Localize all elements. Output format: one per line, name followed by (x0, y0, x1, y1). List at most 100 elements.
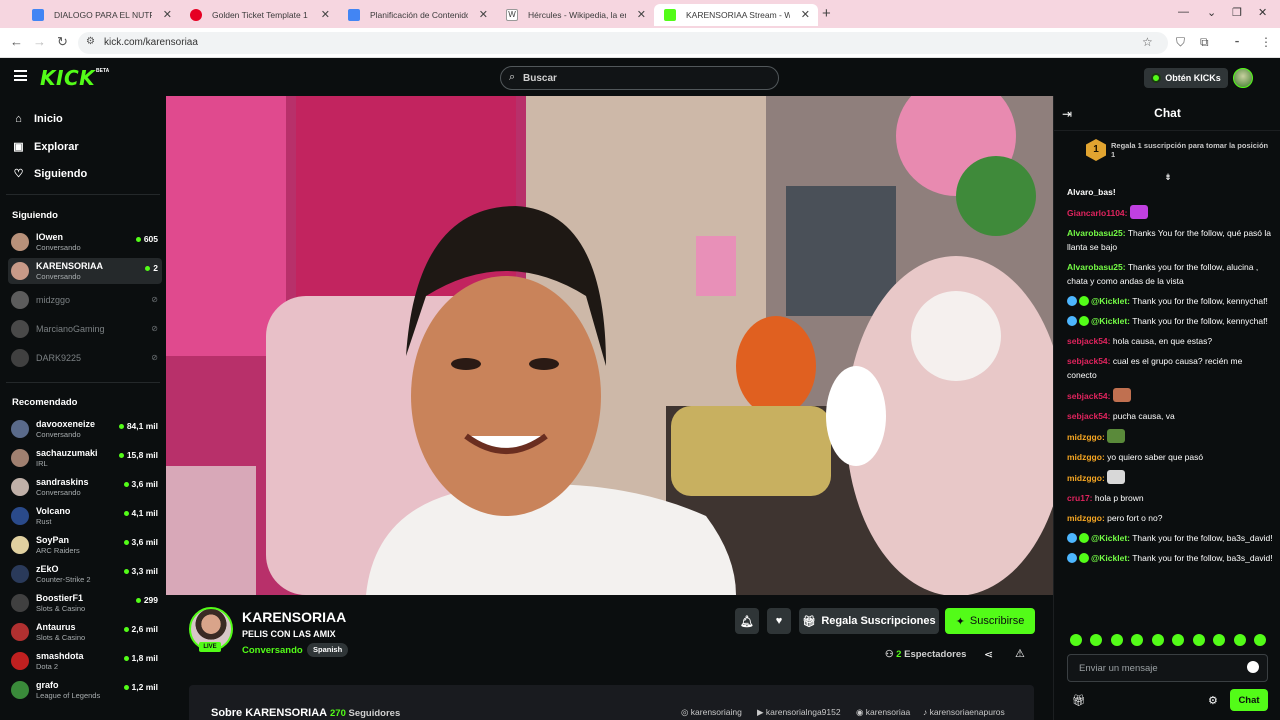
share-icon[interactable]: ⋖ (984, 648, 993, 661)
chat-username[interactable]: sebjack54: (1067, 356, 1110, 366)
emote-icon[interactable] (1110, 634, 1123, 646)
chat-input[interactable] (1079, 661, 1239, 675)
emote-icon[interactable] (1192, 634, 1205, 646)
chat-username[interactable]: Alvarobasu25: (1067, 262, 1126, 272)
recommended-channel[interactable]: davooxeneize Conversando 84,1 mil (8, 416, 162, 442)
language-tag[interactable]: Spanish (307, 643, 349, 657)
emote-icon[interactable] (1253, 634, 1266, 646)
chat-username[interactable]: @Kicklet: (1091, 553, 1130, 563)
chat-scroll-icon[interactable]: ⇟ (1162, 172, 1174, 182)
nav-explore[interactable]: ▣ Explorar (12, 140, 78, 154)
search-box[interactable]: ⌕ (500, 66, 779, 90)
emoji-picker-icon[interactable] (1247, 661, 1259, 673)
chat-input-box[interactable] (1067, 654, 1268, 682)
close-tab-icon[interactable]: ✕ (801, 8, 810, 21)
profile-menu-icon[interactable]: ⁃ (1234, 35, 1240, 49)
close-tab-icon[interactable]: ✕ (163, 8, 172, 21)
following-channel[interactable]: lOwen Conversando 605 (8, 229, 162, 255)
chat-username[interactable]: cru17: (1067, 493, 1093, 503)
live-dot-icon (123, 655, 129, 661)
browser-tab[interactable]: Planificación de Contenido - Di ✕ (338, 4, 496, 26)
nav-following[interactable]: ♡ Siguiendo (12, 167, 88, 181)
nav-home[interactable]: ⌂ Inicio (12, 113, 63, 125)
reload-icon[interactable]: ↻ (57, 34, 68, 50)
gear-icon[interactable]: ⚙ (1208, 694, 1218, 707)
social-link-discord[interactable]: ◉ karensoriaa (856, 707, 910, 718)
following-channel-offline[interactable]: DARK9225 ⊘ (8, 345, 162, 371)
social-link-instagram[interactable]: ◎ karensoriaing (681, 707, 742, 718)
chat-username[interactable]: Giancarlo1104: (1067, 208, 1127, 218)
chat-username[interactable]: sebjack54: (1067, 336, 1110, 346)
browser-tab[interactable]: W Hércules - Wikipedia, la enciclo ✕ (496, 4, 654, 26)
new-tab-icon[interactable]: + (822, 5, 831, 22)
notification-bell-button[interactable]: 🔔︎ (735, 608, 759, 634)
following-channel-offline[interactable]: midzggo ⊘ (8, 287, 162, 313)
stream-category[interactable]: Conversando (242, 645, 303, 656)
recommended-channel[interactable]: SoyPan ARC Raiders 3,6 mil (8, 532, 162, 558)
chat-username[interactable]: @Kicklet: (1091, 316, 1130, 326)
recommended-channel[interactable]: Antaurus Slots & Casino 2,6 mil (8, 619, 162, 645)
video-player[interactable] (166, 96, 1053, 595)
chat-username[interactable]: midzggo: (1067, 452, 1105, 462)
extensions-icon[interactable]: ⧉ (1200, 35, 1209, 50)
chat-username[interactable]: Alvarobasu25: (1067, 228, 1126, 238)
chat-username[interactable]: midzggo: (1067, 432, 1105, 442)
forward-icon[interactable]: → (33, 34, 46, 49)
emote-icon[interactable] (1070, 634, 1082, 646)
sub-leaderboard[interactable]: 1 (1086, 139, 1108, 161)
shield-icon[interactable]: ⛉ (1176, 35, 1185, 50)
recommended-channel[interactable]: smashdota Dota 2 1,8 mil (8, 648, 162, 674)
emote-icon[interactable] (1090, 634, 1103, 646)
minimize-icon[interactable]: — (1178, 6, 1189, 18)
recommended-channel[interactable]: Volcano Rust 4,1 mil (8, 503, 162, 529)
follow-heart-button[interactable]: ♥ (767, 608, 791, 634)
send-chat-button[interactable]: Chat (1230, 689, 1268, 711)
recommended-channel[interactable]: zEkO Counter-Strike 2 3,3 mil (8, 561, 162, 587)
recommended-channel[interactable]: grafo League of Legends 1,2 mil (8, 677, 162, 703)
restore-icon[interactable]: ❐ (1232, 6, 1242, 19)
close-window-icon[interactable]: ✕ (1258, 6, 1267, 19)
close-tab-icon[interactable]: ✕ (479, 8, 488, 21)
recommended-channel[interactable]: sandraskins Conversando 3,6 mil (8, 474, 162, 500)
url-text[interactable]: kick.com/karensoriaa (104, 37, 198, 48)
gift-subs-button[interactable]: 🎁︎ Regala Suscripciones (799, 608, 939, 634)
chat-username[interactable]: @Kicklet: (1091, 533, 1130, 543)
more-menu-icon[interactable]: ⋮ (1260, 35, 1272, 49)
kick-logo[interactable]: KICK (40, 66, 95, 90)
bookmark-star-icon[interactable]: ☆ (1142, 35, 1153, 49)
site-info-icon[interactable]: ⚙ (86, 36, 95, 47)
chat-username[interactable]: @Kicklet: (1091, 296, 1130, 306)
following-channel-selected[interactable]: KARENSORIAA Conversando 2 (8, 258, 162, 284)
user-avatar[interactable] (1233, 68, 1253, 88)
browser-tab[interactable]: DIALOGO PARA EL NUTRICION ✕ (22, 4, 180, 26)
chat-username[interactable]: sebjack54: (1067, 391, 1110, 401)
address-bar[interactable] (78, 32, 1168, 54)
collapse-icon[interactable]: ⌄ (1207, 6, 1216, 19)
emote-icon[interactable] (1213, 634, 1226, 646)
search-input[interactable] (523, 71, 763, 85)
get-kicks-button[interactable]: Obtén KICKs (1144, 68, 1228, 88)
emote-icon[interactable] (1131, 634, 1144, 646)
social-link-youtube[interactable]: ▶ karensorialnga9152 (757, 707, 841, 718)
report-icon[interactable]: ⚠ (1015, 647, 1025, 660)
following-channel-offline[interactable]: MarcianoGaming ⊘ (8, 316, 162, 342)
browser-tab-active[interactable]: KARENSORIAA Stream - Watch ✕ (654, 4, 818, 26)
back-icon[interactable]: ← (10, 34, 23, 49)
chat-username[interactable]: sebjack54: (1067, 411, 1110, 421)
close-tab-icon[interactable]: ✕ (321, 8, 330, 21)
chat-username[interactable]: midzggo: (1067, 473, 1105, 483)
emote-icon[interactable] (1233, 634, 1246, 646)
social-link-tiktok[interactable]: ♪ karensoriaenapuros (923, 707, 1005, 717)
menu-icon[interactable] (14, 70, 27, 81)
close-tab-icon[interactable]: ✕ (637, 8, 646, 21)
subscribe-button[interactable]: ✦ Suscribirse (945, 608, 1035, 634)
emote-icon[interactable] (1151, 634, 1164, 646)
recommended-channel[interactable]: BoostierF1 Slots & Casino 299 (8, 590, 162, 616)
chat-username[interactable]: midzggo: (1067, 513, 1105, 523)
emote-icon[interactable] (1172, 634, 1185, 646)
recommended-channel[interactable]: sachauzumaki IRL 15,8 mil (8, 445, 162, 471)
channel-name[interactable]: KARENSORIAA (242, 609, 346, 625)
browser-tab[interactable]: Golden Ticket Template 1 ✕ (180, 4, 338, 26)
gift-icon[interactable]: 🎁︎ (1072, 694, 1086, 707)
collapse-chat-icon[interactable]: ⇥ (1062, 107, 1072, 121)
